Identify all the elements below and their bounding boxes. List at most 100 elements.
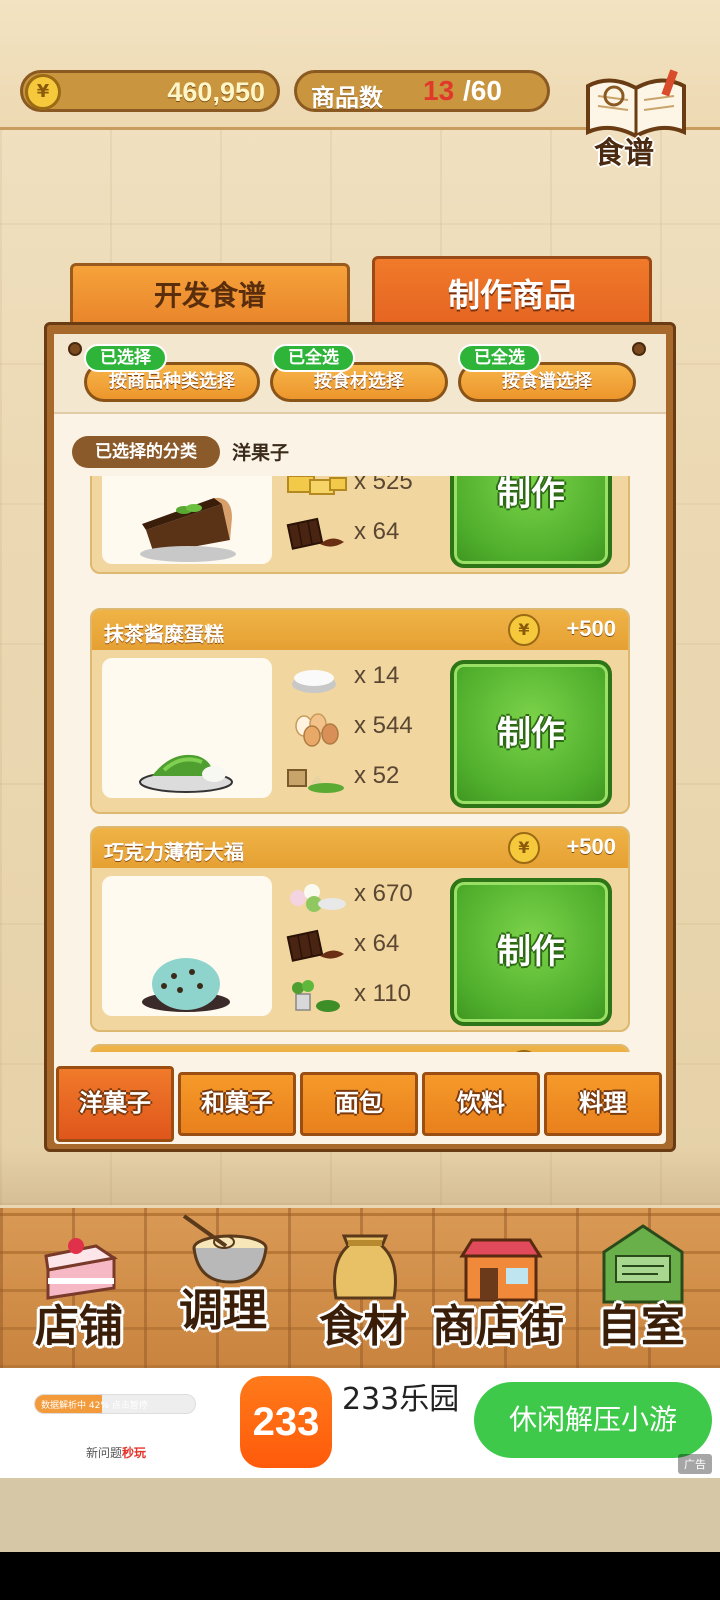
category-tab-label: 洋菓子 (79, 1089, 151, 1117)
product-card: ¥ (90, 1044, 630, 1052)
ingredient-qty: x 110 (354, 980, 411, 1007)
product-image (102, 658, 272, 798)
recipe-book-button[interactable]: 食谱 (580, 66, 692, 176)
nav-ingredients-label: 食材 (319, 1301, 407, 1352)
mint-daifuku-icon (142, 958, 230, 1012)
nav-cooking[interactable]: 调理 (158, 1200, 288, 1348)
nav-ingredients[interactable]: 食材 (298, 1216, 428, 1364)
make-button-label: 制作 (497, 932, 565, 972)
ingredient-qty: x 14 (354, 662, 400, 689)
ingredient-qty: x 64 (354, 930, 400, 957)
yen-coin-icon: ¥ (508, 1050, 540, 1052)
nail-icon (68, 342, 82, 356)
filter-by-type-status: 已选择 (84, 344, 167, 372)
butter-icon (287, 476, 347, 495)
product-card-header: ¥ (92, 1046, 628, 1052)
nav-my-room[interactable]: 自室 (576, 1216, 706, 1364)
ad-small-text-b: 秒玩 (122, 1446, 147, 1460)
product-price: +500 (566, 616, 616, 641)
selected-category-label: 已选择的分类 (72, 436, 220, 468)
product-card-header: 抹茶酱糜蛋糕 ¥ +500 (92, 610, 628, 650)
category-tab-label: 和菓子 (201, 1089, 273, 1117)
coin-balance: ¥ 460,950 (20, 70, 280, 112)
selected-category-value: 洋果子 (232, 442, 290, 464)
mint-icon (292, 980, 340, 1012)
product-name: 抹茶酱糜蛋糕 (104, 622, 224, 646)
product-card-header: 巧克力薄荷大福 ¥ +500 (92, 828, 628, 868)
tab-develop-recipe[interactable]: 开发食谱 (70, 263, 350, 329)
ingredient-row: x 64 (284, 512, 454, 556)
nav-shop-label: 店铺 (35, 1301, 123, 1352)
chocolate-tart-icon (140, 497, 236, 562)
item-count: 商品数 13 /60 (294, 70, 550, 112)
ingredient-qty: x 52 (354, 762, 400, 789)
chocolate-icon (286, 929, 344, 962)
ad-small-text-a: 新问题 (86, 1446, 123, 1460)
chocolate-icon (286, 517, 344, 550)
ad-progress-text: 数据解析中 42% 点击暂停 (41, 1401, 148, 1411)
ad-small-text: 新问题秒玩 (86, 1444, 146, 1461)
ingredient-row: x 14 (284, 656, 454, 700)
product-card: 抹茶酱糜蛋糕 ¥ +500 x 14 x 544 x 52 制作 (90, 608, 630, 814)
ad-banner[interactable]: 数据解析中 42% 点击暂停 新问题秒玩 233 233乐园 休闲解压小游 广告 (0, 1368, 720, 1478)
product-card: x 525 x 64 制作 (90, 476, 630, 574)
tab-make-label: 制作商品 (447, 276, 576, 314)
ad-cta-button[interactable]: 休闲解压小游 (474, 1382, 712, 1458)
matcha-cake-icon (139, 754, 233, 793)
nav-cooking-label: 调理 (179, 1285, 267, 1336)
category-tab-western-sweets[interactable]: 洋菓子 (56, 1066, 174, 1142)
ingredient-row: x 52 (284, 756, 454, 800)
nail-icon (632, 342, 646, 356)
category-tab-bread[interactable]: 面包 (300, 1072, 418, 1136)
eggs-icon (295, 713, 339, 747)
nav-my-room-label: 自室 (597, 1301, 685, 1352)
category-tab-label: 料理 (579, 1089, 627, 1117)
product-price: +500 (566, 834, 616, 859)
ad-tag: 广告 (678, 1454, 712, 1474)
item-count-label: 商品数 (311, 84, 383, 112)
category-tab-cuisine[interactable]: 料理 (544, 1072, 662, 1136)
make-button[interactable]: 制作 (450, 878, 612, 1026)
coin-amount: 460,950 (167, 77, 265, 107)
yen-coin-icon: ¥ (508, 614, 540, 646)
matcha-icon (287, 769, 344, 793)
dango-icon (290, 884, 346, 912)
make-button-label: 制作 (497, 714, 565, 754)
bottom-nav: 店铺 调理 食材 商店街 自室 (0, 1208, 720, 1368)
category-tab-label: 面包 (335, 1089, 383, 1117)
product-image (102, 876, 272, 1016)
make-button[interactable]: 制作 (450, 660, 612, 808)
ad-progress-bar: 数据解析中 42% 点击暂停 (34, 1394, 196, 1414)
ingredient-row: x 110 (284, 974, 454, 1018)
filter-by-recipe-status: 已全选 (458, 344, 541, 372)
product-list[interactable]: x 525 x 64 制作 抹茶酱糜蛋糕 ¥ +500 x 14 x 544 x… (88, 476, 632, 1052)
nav-shop[interactable]: 店铺 (14, 1216, 144, 1364)
category-tab-label: 饮料 (457, 1089, 505, 1117)
item-count-current: 13 (423, 75, 455, 106)
ad-app-name: 233乐园 (342, 1382, 460, 1417)
tab-develop-label: 开发食谱 (153, 279, 266, 312)
make-button[interactable]: 制作 (450, 476, 612, 568)
ingredient-qty: x 64 (354, 518, 400, 545)
system-nav-bar (0, 1552, 720, 1600)
ingredient-qty: x 525 (354, 476, 413, 495)
nav-shopping-street[interactable]: 商店街 (428, 1216, 568, 1364)
nav-shopping-street-label: 商店街 (432, 1301, 564, 1352)
ad-app-logo[interactable]: 233 (240, 1376, 332, 1468)
product-image (102, 476, 272, 564)
filter-by-ingredient-status: 已全选 (272, 344, 355, 372)
category-tab-drinks[interactable]: 饮料 (422, 1072, 540, 1136)
category-tab-japanese-sweets[interactable]: 和菓子 (178, 1072, 296, 1136)
top-bar: ¥ 460,950 商品数 13 /60 食谱 (0, 0, 720, 171)
product-name: 巧克力薄荷大福 (104, 840, 244, 864)
yen-coin-icon: ¥ (25, 74, 61, 110)
ingredient-qty: x 544 (354, 712, 413, 739)
ingredient-row: x 525 (284, 476, 454, 506)
ingredient-row: x 670 (284, 874, 454, 918)
flour-icon (292, 670, 336, 693)
yen-coin-icon: ¥ (508, 832, 540, 864)
make-button-label: 制作 (497, 476, 565, 514)
footer-strip (0, 1478, 720, 1552)
product-card: 巧克力薄荷大福 ¥ +500 x 670 x 64 x 110 制作 (90, 826, 630, 1032)
ingredient-row: x 544 (284, 706, 454, 750)
